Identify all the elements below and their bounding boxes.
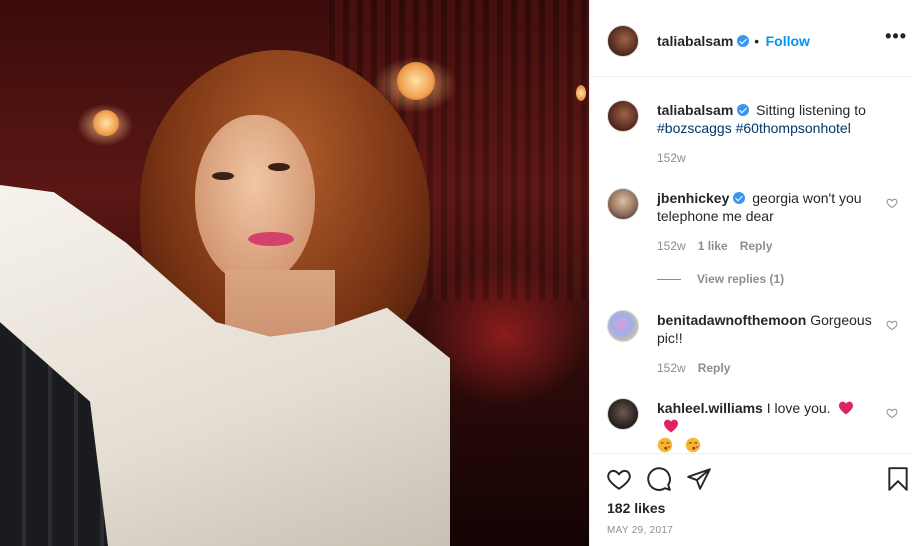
author-avatar[interactable] xyxy=(607,25,639,57)
red-heart-emoji-icon xyxy=(664,419,678,433)
caption-avatar[interactable] xyxy=(607,100,639,132)
replies-divider xyxy=(657,279,681,281)
post-photo[interactable] xyxy=(0,0,589,546)
red-heart-emoji-icon xyxy=(839,401,854,415)
caption-body: Sitting listening to xyxy=(756,102,866,118)
kissing-face-emoji-icon xyxy=(657,437,673,453)
comment-meta: 152w Reply xyxy=(657,361,730,375)
post-date[interactable]: May 29, 2017 xyxy=(607,525,673,536)
author-username[interactable]: taliabalsam xyxy=(657,33,733,49)
wall-lamp-left xyxy=(93,110,119,136)
subject-eye-right xyxy=(268,163,290,171)
comment-timestamp: 152w xyxy=(657,361,686,375)
comment-meta: 152w 1 like Reply xyxy=(657,239,772,253)
comment-username[interactable]: benitadawnofthemoon xyxy=(657,312,806,328)
comment-like-heart-icon[interactable] xyxy=(886,197,898,209)
header-separator: • xyxy=(754,33,760,49)
subject-face xyxy=(195,115,315,285)
comment-text: benitadawnofthemoon Gorgeous pic!! xyxy=(657,311,877,347)
comment-like-count[interactable]: 1 like xyxy=(698,239,728,253)
caption-timestamp: 152w xyxy=(657,151,686,165)
post-header: taliabalsam • Follow ••• xyxy=(590,0,912,77)
comment-like-heart-icon[interactable] xyxy=(886,319,898,331)
more-options-icon[interactable]: ••• xyxy=(885,26,907,47)
comment-avatar[interactable] xyxy=(607,310,639,342)
like-count[interactable]: 182 likes xyxy=(607,500,665,516)
comment-username[interactable]: kahleel.williams xyxy=(657,400,763,416)
view-replies-label: View replies (1) xyxy=(697,272,785,286)
subject-lips xyxy=(248,232,294,246)
comment-like-heart-icon[interactable] xyxy=(886,407,898,419)
hashtag-link[interactable]: #bozscaggs xyxy=(657,120,732,136)
subject-eye-left xyxy=(212,172,234,180)
comment-username[interactable]: jbenhickey xyxy=(657,190,729,206)
author-line: taliabalsam • Follow xyxy=(657,33,810,51)
hashtag-link[interactable]: #60thompsonhotel xyxy=(736,120,851,136)
wall-lamp-far xyxy=(576,85,586,101)
comment-body: I love you. xyxy=(766,400,831,416)
caption-username[interactable]: taliabalsam xyxy=(657,102,733,118)
caption-text: taliabalsam Sitting listening to #bozsca… xyxy=(657,101,877,137)
kissing-face-emoji-icon xyxy=(685,437,701,453)
comment-avatar[interactable] xyxy=(607,398,639,430)
comment-text: jbenhickey georgia won't you telephone m… xyxy=(657,189,877,225)
reply-button[interactable]: Reply xyxy=(740,239,773,253)
wall-lamp-right xyxy=(397,62,435,100)
post-actions: 182 likes May 29, 2017 xyxy=(590,453,912,546)
follow-button[interactable]: Follow xyxy=(766,33,810,49)
heart-icon[interactable] xyxy=(606,466,632,492)
verified-badge-icon xyxy=(737,104,750,116)
bookmark-icon[interactable] xyxy=(885,466,911,492)
comment-timestamp: 152w xyxy=(657,239,686,253)
verified-badge-icon xyxy=(733,192,746,204)
verified-badge-icon xyxy=(737,35,750,47)
comment-icon[interactable] xyxy=(646,466,672,492)
reply-button[interactable]: Reply xyxy=(698,361,731,375)
comment-avatar[interactable] xyxy=(607,188,639,220)
view-replies-button[interactable]: View replies (1) xyxy=(657,272,784,286)
comment-text: kahleel.williams I love you. xyxy=(657,399,877,454)
share-icon[interactable] xyxy=(686,466,712,492)
post-side-panel: taliabalsam • Follow ••• taliabalsam Sitt… xyxy=(589,0,912,546)
